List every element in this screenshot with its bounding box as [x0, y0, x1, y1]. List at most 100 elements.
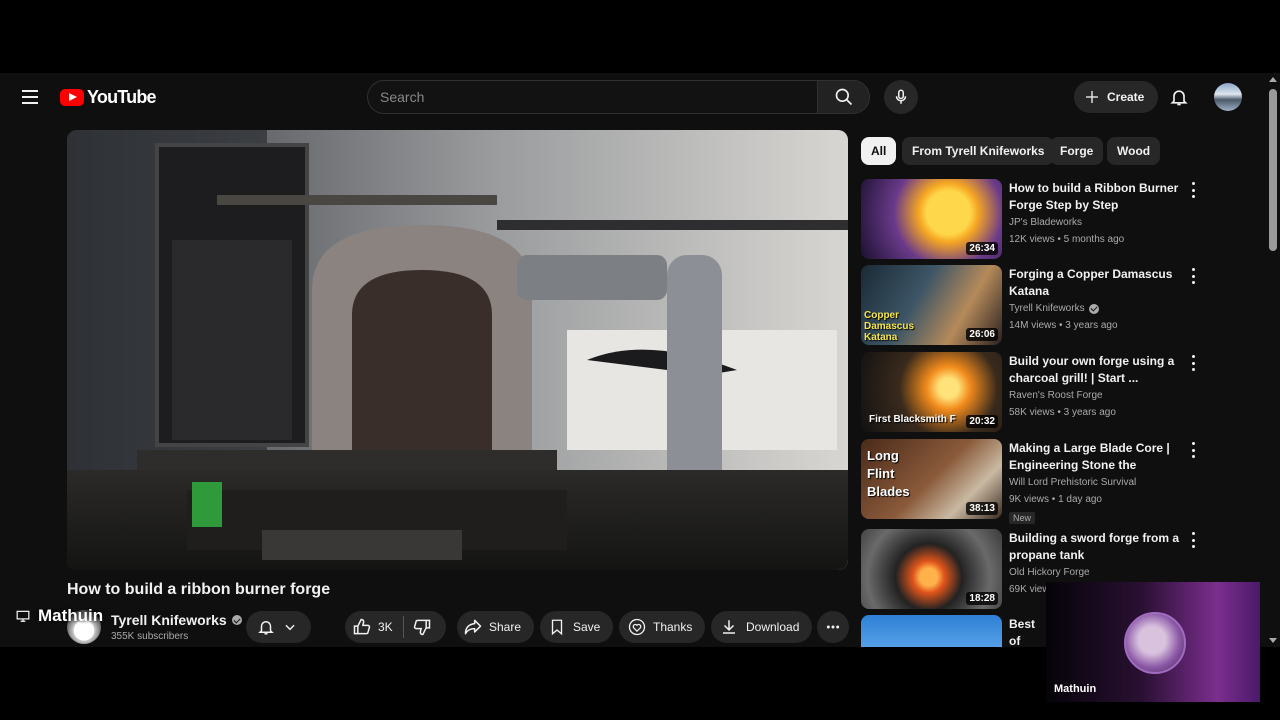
- search-input[interactable]: [368, 81, 817, 113]
- voice-search-button[interactable]: [884, 80, 918, 114]
- download-icon: [723, 620, 735, 634]
- menu-icon[interactable]: [17, 85, 43, 109]
- kebab-menu-icon[interactable]: [1189, 442, 1197, 458]
- thumbs-up-icon: [353, 618, 371, 635]
- channel-text: Old Hickory Forge: [1009, 567, 1090, 578]
- webcam-name: Mathuin: [1054, 683, 1097, 695]
- share-button[interactable]: Share: [457, 611, 535, 643]
- channel-text: Tyrell Knifeworks: [1009, 303, 1085, 314]
- subscription-notification-button[interactable]: [246, 611, 311, 643]
- youtube-logo[interactable]: YouTube: [60, 87, 157, 108]
- webcam-overlay: Mathuin: [1046, 582, 1260, 702]
- chevron-down-icon: [285, 624, 295, 631]
- video-frame: [67, 130, 848, 570]
- recommendation-item[interactable]: First Blacksmith F 20:32 Build your own …: [861, 352, 1261, 434]
- video-duration: 18:28: [966, 592, 998, 605]
- save-button[interactable]: Save: [540, 611, 614, 643]
- chip-from-channel[interactable]: From Tyrell Knifeworks: [902, 137, 1055, 165]
- video-thumbnail[interactable]: 18:28: [861, 529, 1002, 609]
- recommendation-meta: 9K views • 1 day ago: [1009, 494, 1102, 505]
- channel-text: JP's Bladeworks: [1009, 217, 1083, 228]
- more-horizontal-icon: [826, 625, 840, 629]
- scroll-thumb[interactable]: [1269, 89, 1277, 251]
- recommendation-title: How to build a Ribbon Burner Forge Step …: [1009, 181, 1179, 212]
- recommendation-channel: JP's Bladeworks: [1009, 217, 1082, 228]
- verified-icon: [1088, 303, 1099, 314]
- like-count: 3K: [378, 620, 393, 634]
- channel-text: Will Lord Prehistoric Survival: [1009, 477, 1137, 488]
- video-player[interactable]: [67, 130, 848, 570]
- account-avatar[interactable]: [1214, 83, 1242, 111]
- download-label: Download: [746, 620, 800, 634]
- monitor-icon: [16, 610, 30, 622]
- channel-name-row[interactable]: Tyrell Knifeworks: [111, 612, 242, 628]
- kebab-menu-icon[interactable]: [1189, 532, 1197, 548]
- dislike-button[interactable]: [412, 617, 432, 637]
- thanks-label: Thanks: [653, 620, 693, 634]
- chip-forge[interactable]: Forge: [1050, 137, 1104, 165]
- recommendation-item[interactable]: Long Flint Blades 38:13 Making a Large B…: [861, 439, 1261, 524]
- recommendation-title: Building a sword forge from a propane ta…: [1009, 531, 1180, 562]
- search-button[interactable]: [817, 80, 870, 114]
- video-thumbnail[interactable]: Copper Damascus Katana 26:06: [861, 265, 1002, 345]
- recommendation-meta: 12K views • 5 months ago: [1009, 234, 1125, 245]
- video-thumbnail[interactable]: [861, 615, 1002, 647]
- notifications-button[interactable]: [1164, 83, 1194, 111]
- share-label: Share: [489, 620, 522, 634]
- search-box: [367, 80, 817, 114]
- bookmark-icon: [551, 619, 563, 636]
- kebab-menu-icon[interactable]: [1189, 182, 1197, 198]
- thanks-heart-icon: [628, 618, 646, 636]
- youtube-play-icon: [60, 89, 84, 106]
- like-button[interactable]: [352, 617, 372, 637]
- recommendation-meta: 14M views • 3 years ago: [1009, 320, 1118, 331]
- thanks-button[interactable]: Thanks: [619, 611, 706, 643]
- scroll-down-arrow-icon[interactable]: [1269, 638, 1277, 643]
- kebab-menu-icon[interactable]: [1189, 268, 1197, 284]
- scroll-up-arrow-icon[interactable]: [1269, 77, 1277, 82]
- page-scrollbar[interactable]: [1266, 73, 1280, 647]
- download-button[interactable]: Download: [711, 611, 813, 643]
- recommendation-item[interactable]: 26:34 How to build a Ribbon Burner Forge…: [861, 179, 1261, 261]
- like-dislike-group: 3K: [345, 611, 446, 643]
- create-label: Create: [1107, 90, 1145, 104]
- recommendation-item[interactable]: Copper Damascus Katana 26:06 Forging a C…: [861, 265, 1261, 347]
- bell-icon: [258, 621, 274, 635]
- video-thumbnail[interactable]: 26:34: [861, 179, 1002, 259]
- recommendation-channel: Old Hickory Forge: [1009, 567, 1090, 578]
- subscriber-count: 355K subscribers: [111, 631, 189, 642]
- search-icon: [835, 88, 852, 106]
- video-thumbnail[interactable]: Long Flint Blades 38:13: [861, 439, 1002, 519]
- webcam-avatar: [1124, 612, 1186, 674]
- recommendation-title: Best of Marath: [1009, 617, 1036, 647]
- recommendation-channel: Tyrell Knifeworks: [1009, 303, 1099, 314]
- video-duration: 26:34: [966, 242, 998, 255]
- chip-all[interactable]: All: [861, 137, 897, 165]
- share-icon: [464, 619, 482, 635]
- video-thumbnail[interactable]: First Blacksmith F 20:32: [861, 352, 1002, 432]
- save-label: Save: [573, 620, 601, 634]
- bell-icon: [1170, 90, 1188, 106]
- recommendation-title: Forging a Copper Damascus Katana: [1009, 267, 1173, 298]
- recommendation-title: Build your own forge using a charcoal gr…: [1009, 354, 1175, 385]
- chip-wood[interactable]: Wood: [1107, 137, 1161, 165]
- thumbnail-caption: First Blacksmith F: [869, 414, 956, 425]
- channel-name: Tyrell Knifeworks: [111, 612, 227, 628]
- create-button[interactable]: Create: [1074, 81, 1159, 113]
- plus-icon: [1086, 91, 1098, 103]
- recommendation-channel: Will Lord Prehistoric Survival: [1009, 477, 1136, 488]
- recommendation-meta: 69K view: [1009, 584, 1050, 595]
- more-actions-button[interactable]: [817, 611, 849, 643]
- recommendation-title: Making a Large Blade Core | Engineering …: [1009, 441, 1170, 472]
- video-duration: 20:32: [966, 415, 998, 428]
- kebab-menu-icon[interactable]: [1189, 355, 1197, 371]
- youtube-watch-page: YouTube Create: [0, 73, 1280, 647]
- video-duration: 26:06: [966, 328, 998, 341]
- stream-name: Mathuin: [38, 606, 104, 625]
- stream-name-overlay: Mathuin: [16, 606, 103, 626]
- recommendation-channel: Raven's Roost Forge: [1009, 390, 1103, 401]
- recommendation-meta: 58K views • 3 years ago: [1009, 407, 1116, 418]
- thumbnail-caption: Copper Damascus Katana: [864, 310, 915, 343]
- screen: YouTube Create: [0, 0, 1280, 720]
- channel-text: Raven's Roost Forge: [1009, 390, 1103, 401]
